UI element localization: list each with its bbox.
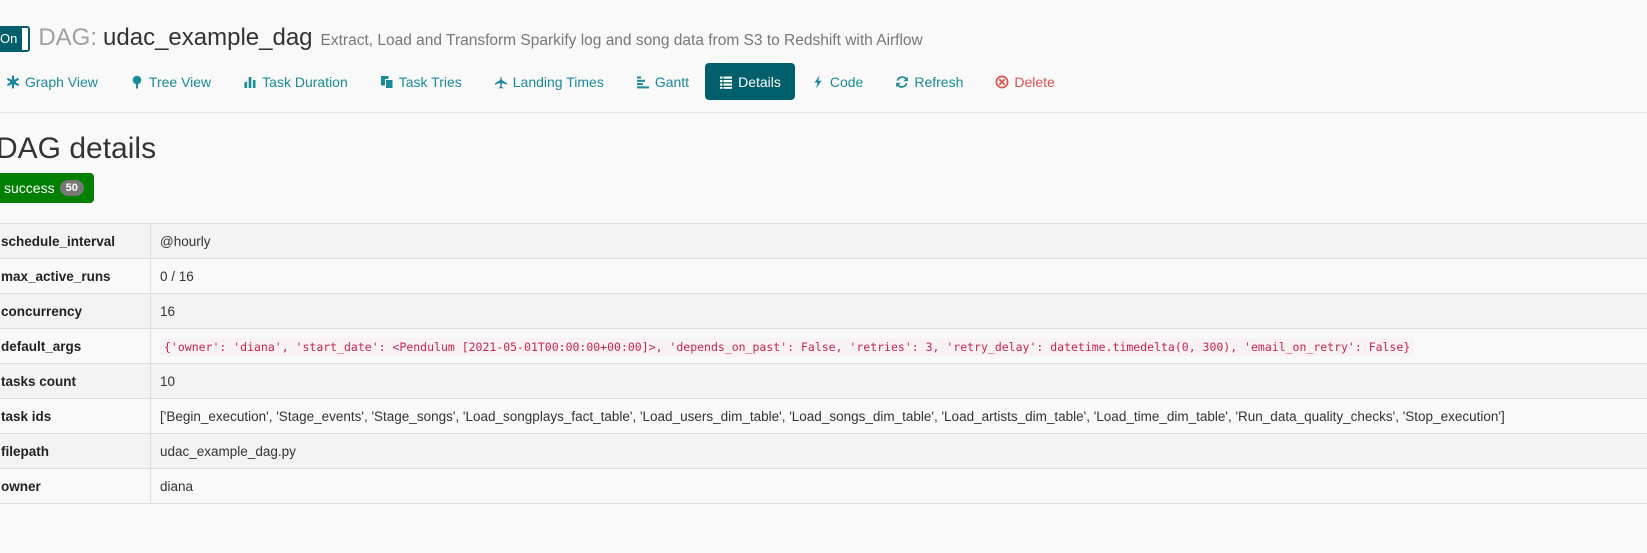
state-label: success — [4, 180, 55, 196]
nav-details[interactable]: Details — [705, 63, 795, 100]
detail-key: owner — [0, 468, 151, 504]
detail-value: udac_example_dag.py — [150, 433, 1647, 469]
list-icon — [720, 76, 733, 89]
bar-chart-icon — [244, 76, 256, 88]
nav-graph-view[interactable]: Graph View — [0, 63, 114, 100]
dag-label: DAG: — [38, 24, 98, 51]
nav-landing-times[interactable]: Landing Times — [478, 63, 620, 100]
dag-pause-toggle[interactable]: On — [0, 26, 31, 52]
nav-gantt[interactable]: Gantt — [620, 63, 705, 100]
nav-code[interactable]: Code — [795, 63, 879, 100]
nav-label: Refresh — [914, 73, 964, 90]
table-row: schedule_interval @hourly — [0, 223, 1647, 259]
flash-icon — [814, 75, 822, 88]
align-left-icon — [636, 76, 649, 88]
state-count-badge: 50 — [59, 180, 84, 196]
nav-refresh[interactable]: Refresh — [879, 63, 979, 100]
table-row: task ids ['Begin_execution', 'Stage_even… — [0, 398, 1647, 434]
dag-id: udac_example_dag — [103, 24, 313, 51]
dag-header: On DAG: udac_example_dag Extract, Load a… — [0, 24, 923, 58]
nav-label: Code — [829, 73, 864, 90]
detail-value: ['Begin_execution', 'Stage_events', 'Sta… — [150, 398, 1647, 434]
detail-key: task ids — [0, 398, 151, 434]
detail-value: @hourly — [150, 223, 1647, 259]
header-divider — [0, 112, 1647, 113]
table-row: tasks count 10 — [0, 363, 1647, 399]
tree-icon — [132, 75, 142, 88]
detail-value: diana — [150, 468, 1647, 504]
nav-tree-view[interactable]: Tree View — [114, 63, 227, 100]
nav-label: Task Duration — [262, 73, 348, 90]
default-args-code: {'owner': 'diana', 'start_date': <Pendul… — [160, 337, 1415, 356]
table-row: concurrency 16 — [0, 293, 1647, 329]
dag-details-table: schedule_interval @hourly max_active_run… — [0, 223, 1647, 504]
remove-circle-icon — [995, 75, 1009, 88]
detail-key: schedule_interval — [0, 223, 151, 259]
toggle-on-label: On — [0, 28, 23, 50]
detail-value-cell: {'owner': 'diana', 'start_date': <Pendul… — [150, 328, 1647, 364]
nav-task-tries[interactable]: Task Tries — [364, 63, 478, 100]
dag-description: Extract, Load and Transform Sparkify log… — [320, 32, 923, 49]
table-row: filepath udac_example_dag.py — [0, 433, 1647, 469]
detail-key: default_args — [0, 328, 151, 364]
detail-key: tasks count — [0, 363, 151, 399]
detail-key: filepath — [0, 433, 151, 469]
detail-key: concurrency — [0, 293, 151, 329]
refresh-icon — [896, 75, 909, 88]
table-row: default_args {'owner': 'diana', 'start_d… — [0, 328, 1647, 364]
nav-delete[interactable]: Delete — [979, 63, 1070, 100]
asterisk-icon — [7, 74, 19, 89]
plane-icon — [494, 75, 507, 89]
nav-label: Details — [738, 73, 781, 90]
duplicate-icon — [380, 75, 393, 88]
nav-task-duration[interactable]: Task Duration — [227, 63, 364, 100]
detail-value: 16 — [150, 293, 1647, 329]
toggle-knob — [22, 28, 29, 50]
state-success-badge[interactable]: success 50 — [0, 173, 94, 203]
detail-key: max_active_runs — [0, 258, 151, 294]
dag-view-nav: Graph View Tree View Task Duration Task … — [0, 63, 1071, 100]
detail-value: 0 / 16 — [150, 258, 1647, 294]
nav-label: Delete — [1014, 73, 1055, 90]
detail-value: 10 — [150, 363, 1647, 399]
nav-label: Landing Times — [512, 73, 604, 90]
table-row: max_active_runs 0 / 16 — [0, 258, 1647, 294]
page-title: DAG details — [0, 132, 157, 165]
nav-label: Gantt — [654, 73, 690, 90]
nav-label: Tree View — [148, 73, 212, 90]
table-row: owner diana — [0, 468, 1647, 504]
nav-label: Task Tries — [398, 73, 462, 90]
nav-label: Graph View — [25, 73, 98, 90]
